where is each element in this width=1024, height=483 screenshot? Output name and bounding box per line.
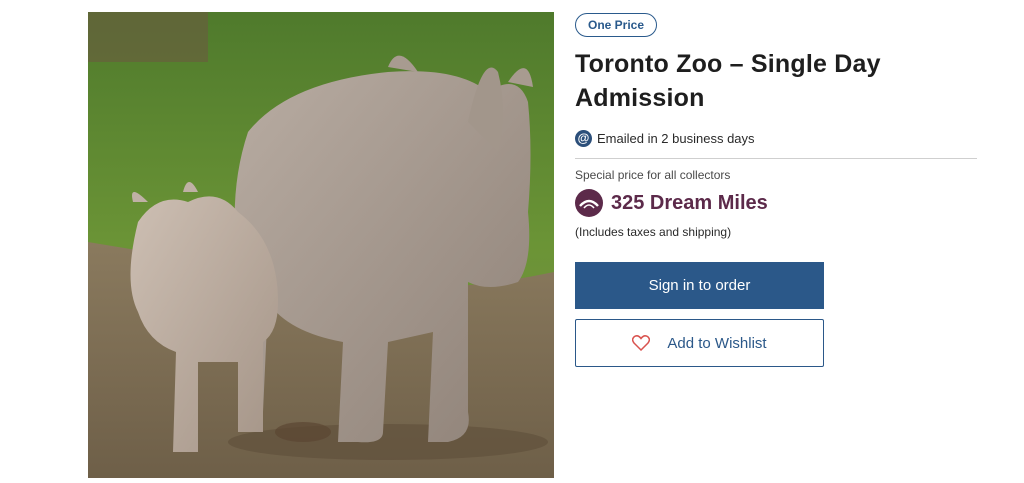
- price-row: 325 Dream Miles: [575, 189, 977, 217]
- dream-miles-icon: [575, 189, 603, 217]
- product-info: One Price Toronto Zoo – Single Day Admis…: [575, 13, 977, 367]
- delivery-info: @ Emailed in 2 business days: [575, 128, 977, 148]
- heart-icon: [632, 335, 651, 351]
- one-price-badge: One Price: [575, 13, 658, 37]
- price-value: 325 Dream Miles: [611, 191, 768, 214]
- price-note: (Includes taxes and shipping): [575, 225, 732, 239]
- product-title: Toronto Zoo – Single Day Admission: [575, 50, 881, 112]
- product-image: [88, 12, 554, 478]
- at-sign-icon: @: [575, 129, 592, 147]
- divider: [575, 158, 977, 159]
- delivery-text: Emailed in 2 business days: [597, 130, 755, 146]
- wishlist-label: Add to Wishlist: [667, 334, 767, 352]
- sign-in-to-order-button[interactable]: Sign in to order: [575, 262, 824, 309]
- add-to-wishlist-button[interactable]: Add to Wishlist: [575, 319, 824, 367]
- special-price-label: Special price for all collectors: [575, 168, 731, 182]
